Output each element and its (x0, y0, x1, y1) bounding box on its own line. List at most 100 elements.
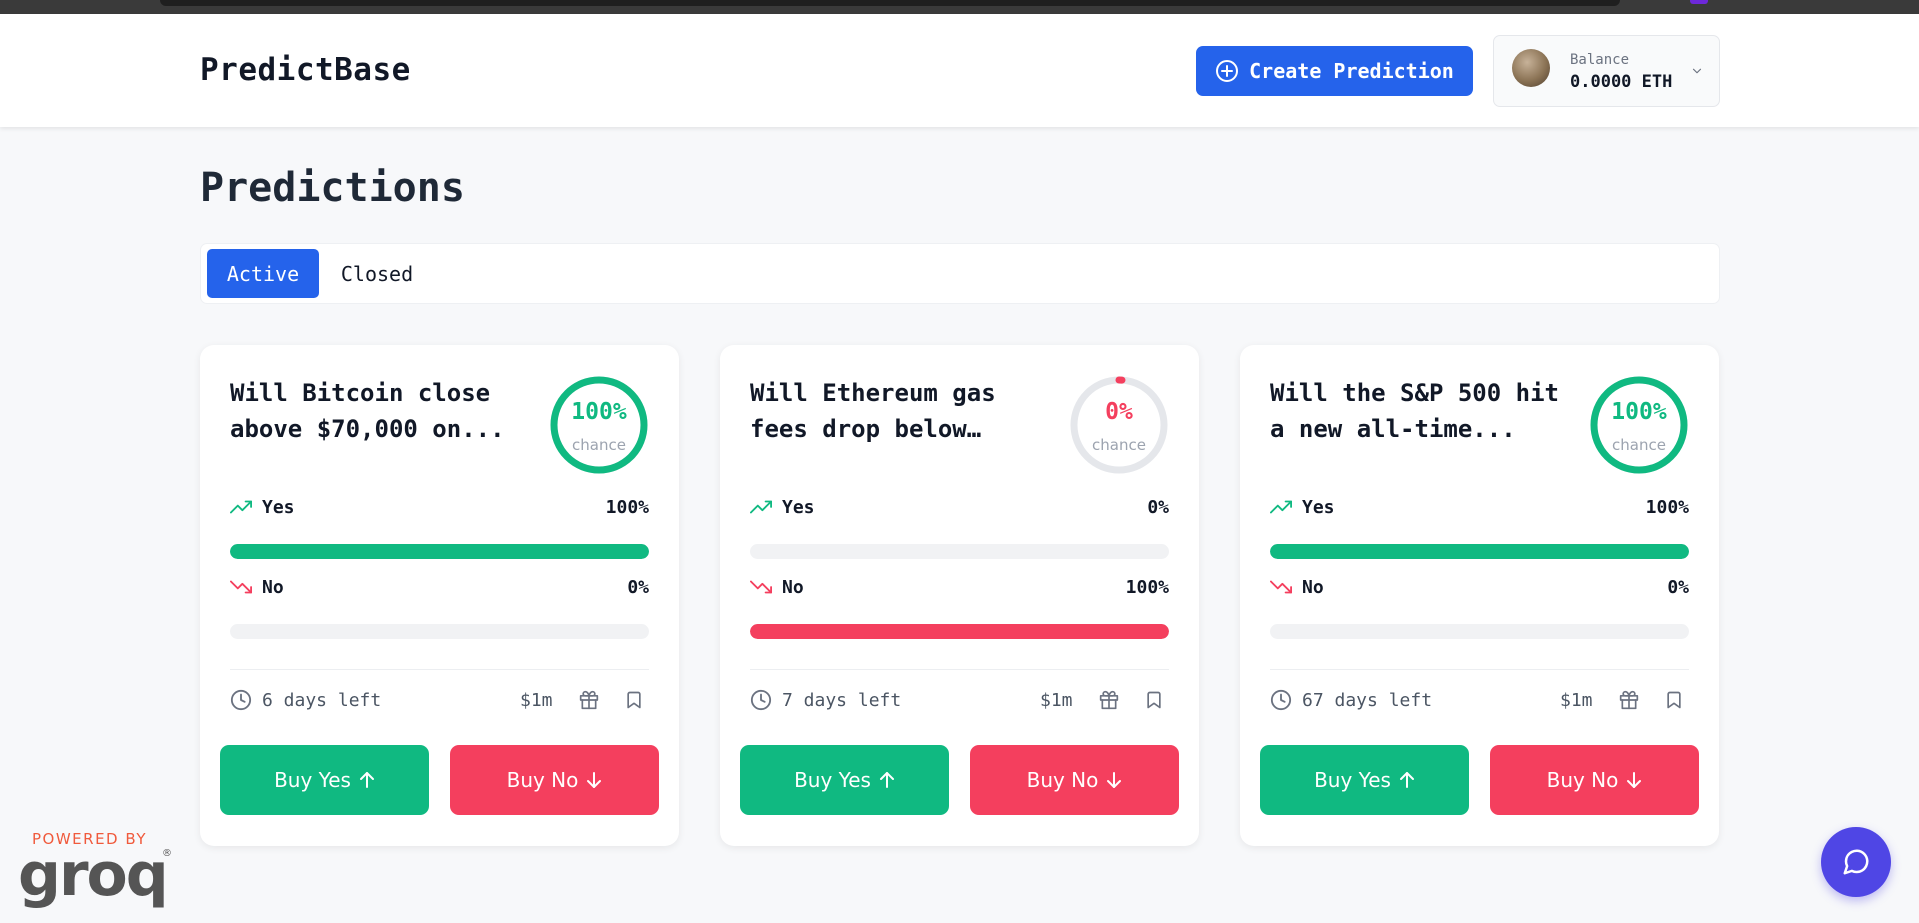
no-progress-bar (750, 624, 1169, 639)
no-percent: 100% (1125, 576, 1169, 598)
trending-down-icon (750, 580, 772, 594)
no-progress-fill (750, 624, 1169, 639)
trending-up-icon (1270, 500, 1292, 514)
yes-progress-bar (1270, 544, 1689, 559)
prediction-tabs: Active Closed (200, 243, 1720, 304)
yes-progress-fill (230, 544, 649, 559)
no-progress-bar (1270, 624, 1689, 639)
buy-no-button[interactable]: Buy No (450, 745, 659, 815)
buy-yes-label: Buy Yes (794, 768, 871, 792)
chance-ring-graphic (1590, 376, 1688, 474)
bookmark-icon (1667, 691, 1681, 709)
volume: $1m (1560, 689, 1593, 711)
chance-ring: 100% chance (548, 374, 650, 476)
brand-logo[interactable]: PredictBase (200, 52, 411, 88)
bookmark-button[interactable] (1141, 687, 1167, 713)
buy-yes-button[interactable]: Buy Yes (1260, 745, 1469, 815)
groq-logo: groq (18, 840, 169, 910)
arrow-down-icon (1627, 772, 1642, 788)
page-title: Predictions (200, 165, 465, 211)
bookmark-button[interactable] (621, 687, 647, 713)
card-divider (230, 669, 649, 670)
time-left: 6 days left (230, 687, 381, 713)
browser-url-bar (160, 0, 1620, 6)
buy-yes-button[interactable]: Buy Yes (220, 745, 429, 815)
tab-closed[interactable]: Closed (327, 249, 427, 298)
chance-percent: 0% (1105, 399, 1133, 425)
arrow-up-icon (359, 772, 374, 788)
create-prediction-button[interactable]: Create Prediction (1196, 46, 1473, 96)
yes-progress-fill (1270, 544, 1689, 559)
time-left: 67 days left (1270, 687, 1432, 713)
chance-label: chance (572, 436, 626, 454)
gift-button[interactable] (576, 687, 602, 713)
time-left-text: 67 days left (1302, 689, 1433, 711)
chance-ring: 0% chance (1068, 374, 1170, 476)
bookmark-icon (1147, 691, 1161, 709)
bookmark-icon (627, 691, 641, 709)
chance-percent: 100% (571, 399, 627, 425)
top-header: PredictBase Create Prediction Balance 0.… (0, 14, 1919, 127)
browser-chrome-strip (0, 0, 1919, 14)
prediction-question[interactable]: Will Ethereum gas fees drop below 10... (750, 375, 1040, 447)
plus-circle-icon (1216, 60, 1239, 82)
chevron-down-icon (1692, 68, 1702, 74)
gift-button[interactable] (1096, 687, 1122, 713)
chance-ring-graphic (550, 376, 648, 474)
no-label: No (262, 576, 284, 598)
bookmark-button[interactable] (1661, 687, 1687, 713)
time-left-text: 7 days left (782, 689, 902, 711)
balance-label: Balance (1570, 52, 1630, 68)
gift-button[interactable] (1616, 687, 1642, 713)
tab-active[interactable]: Active (207, 249, 319, 298)
registered-mark: ® (162, 848, 172, 859)
yes-row-label: Yes (1270, 494, 1335, 520)
chance-ring: 100% chance (1588, 374, 1690, 476)
prediction-question[interactable]: Will Bitcoin close above $70,000 on... (230, 375, 520, 447)
yes-percent: 100% (605, 496, 649, 518)
prediction-card[interactable]: Will the S&P 500 hit a new all-time... 1… (1240, 345, 1719, 846)
buy-no-label: Buy No (506, 768, 579, 792)
card-divider (750, 669, 1169, 670)
gift-icon (579, 690, 599, 710)
trending-down-icon (1270, 580, 1292, 594)
buy-yes-label: Buy Yes (1314, 768, 1391, 792)
yes-label: Yes (1302, 496, 1335, 518)
create-prediction-label: Create Prediction (1249, 59, 1454, 83)
gift-icon (1099, 690, 1119, 710)
no-percent: 0% (1667, 576, 1689, 598)
volume: $1m (520, 689, 553, 711)
prediction-card[interactable]: Will Bitcoin close above $70,000 on... 1… (200, 345, 679, 846)
time-left-text: 6 days left (262, 689, 382, 711)
volume: $1m (1040, 689, 1073, 711)
trending-up-icon (750, 500, 772, 514)
no-label: No (782, 576, 804, 598)
buy-no-button[interactable]: Buy No (970, 745, 1179, 815)
wallet-balance-dropdown[interactable]: Balance 0.0000 ETH (1493, 35, 1720, 107)
prediction-card[interactable]: Will Ethereum gas fees drop below 10... … (720, 345, 1199, 846)
yes-label: Yes (262, 496, 295, 518)
arrow-up-icon (1399, 772, 1414, 788)
powered-by-groq-badge[interactable]: POWERED BY groq ® (18, 830, 178, 910)
yes-label: Yes (782, 496, 815, 518)
buy-no-button[interactable]: Buy No (1490, 745, 1699, 815)
yes-percent: 0% (1147, 496, 1169, 518)
chance-label: chance (1092, 436, 1146, 454)
time-left: 7 days left (750, 687, 901, 713)
chance-label: chance (1612, 436, 1666, 454)
clock-icon (1270, 689, 1292, 711)
clock-icon (230, 689, 252, 711)
no-row-label: No (750, 574, 804, 600)
no-progress-bar (230, 624, 649, 639)
gift-icon (1619, 690, 1639, 710)
clock-icon (750, 689, 772, 711)
buy-yes-button[interactable]: Buy Yes (740, 745, 949, 815)
buy-no-label: Buy No (1026, 768, 1099, 792)
chat-button[interactable] (1821, 827, 1891, 897)
chance-percent: 100% (1611, 399, 1667, 425)
no-percent: 0% (627, 576, 649, 598)
no-label: No (1302, 576, 1324, 598)
prediction-question[interactable]: Will the S&P 500 hit a new all-time... (1270, 375, 1560, 447)
yes-progress-bar (230, 544, 649, 559)
avatar (1512, 49, 1550, 87)
